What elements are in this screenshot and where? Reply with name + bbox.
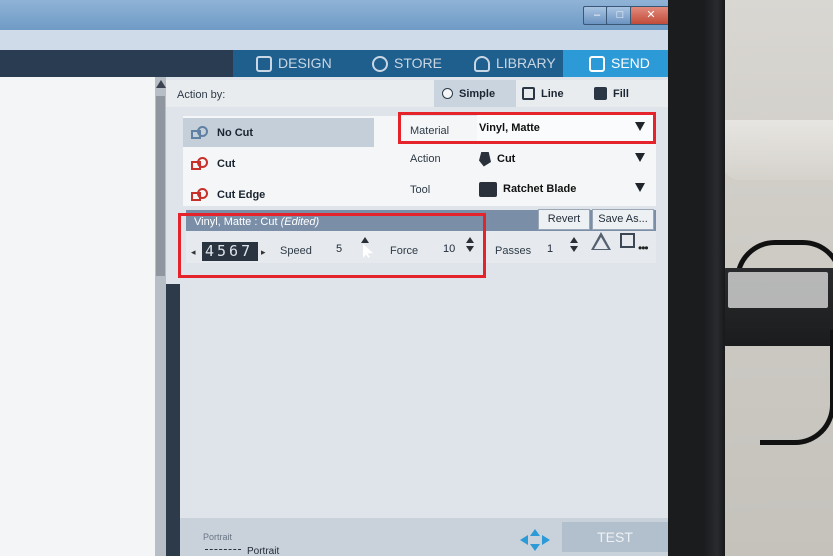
tool-label: Tool (410, 184, 431, 196)
close-button[interactable]: ✕ (630, 6, 668, 25)
scroll-up-icon[interactable] (156, 80, 166, 88)
line-icon (522, 87, 535, 100)
menu-bar (0, 30, 668, 50)
desk-object (722, 120, 833, 180)
more-icon[interactable]: ••• (638, 241, 649, 255)
orientation-icon (205, 549, 241, 551)
material-highlight-box (398, 112, 656, 144)
nav-left-area (0, 50, 233, 77)
save-as-button[interactable]: Save As... (592, 209, 654, 230)
cut-type-cut-edge[interactable]: Cut Edge (183, 180, 374, 209)
tab-store-label: STORE (394, 55, 442, 71)
blade-icon (479, 151, 491, 167)
tab-design-label: DESIGN (278, 55, 332, 71)
tool-value: Ratchet Blade (503, 183, 577, 195)
fill-icon (594, 87, 607, 100)
orientation-label: Portrait (203, 532, 233, 542)
action-value: Cut (497, 153, 516, 165)
ratchet-blade-icon (479, 181, 497, 197)
chevron-down-icon (635, 153, 645, 162)
action-by-label: Action by: (177, 89, 226, 101)
cutter-icon (589, 55, 605, 72)
tab-send-label: SEND (611, 55, 650, 71)
cut-type-no-cut[interactable]: No Cut (183, 118, 374, 147)
tab-send[interactable]: SEND (563, 50, 668, 77)
panel-divider (166, 284, 180, 556)
move-arrows-icon[interactable] (520, 529, 550, 551)
shapes-icon (191, 156, 209, 171)
shape-icon[interactable] (620, 233, 635, 248)
test-button[interactable]: TEST (562, 522, 668, 552)
design-grid-icon (256, 55, 272, 72)
action-line-option[interactable]: Line (516, 80, 588, 107)
cut-type-label: Cut (217, 157, 236, 170)
line-label: Line (541, 87, 564, 100)
monitor-bezel (705, 0, 725, 556)
screen: – □ ✕ DESIGN STORE LIBRARY SEND Action b… (0, 0, 668, 556)
charger-label (728, 272, 828, 308)
passes-up-icon[interactable] (570, 237, 578, 243)
design-canvas[interactable] (0, 77, 155, 556)
action-fill-option[interactable]: Fill (588, 80, 668, 107)
cut-type-label: No Cut (217, 126, 254, 139)
cut-type-cut[interactable]: Cut (183, 149, 374, 178)
chevron-down-icon (635, 183, 645, 192)
shapes-icon (191, 187, 209, 202)
action-label: Action (410, 153, 441, 165)
orientation-value[interactable]: Portrait (247, 546, 279, 556)
shapes-icon (191, 125, 209, 140)
scrollbar-thumb[interactable] (156, 96, 165, 276)
window-titlebar (0, 0, 668, 30)
action-select[interactable]: Cut (477, 146, 655, 172)
parameters-highlight-box (178, 213, 486, 278)
tab-library-label: LIBRARY (496, 55, 556, 71)
cloud-icon (474, 55, 490, 72)
passes-label: Passes (495, 245, 532, 257)
revert-button[interactable]: Revert (538, 209, 590, 230)
passes-down-icon[interactable] (570, 246, 578, 252)
fill-label: Fill (613, 87, 629, 100)
charger-cable (760, 330, 833, 445)
cut-type-label: Cut Edge (217, 188, 266, 201)
tool-select[interactable]: Ratchet Blade (477, 176, 655, 202)
store-icon (372, 55, 388, 72)
passes-input[interactable]: 1 (547, 243, 553, 255)
tab-design[interactable]: DESIGN (256, 50, 332, 77)
simple-label: Simple (459, 87, 496, 100)
radio-icon (442, 88, 453, 99)
line-style-icon[interactable] (591, 232, 611, 250)
tab-library[interactable]: LIBRARY (474, 50, 556, 77)
action-simple-option[interactable]: Simple (434, 80, 516, 107)
tab-store[interactable]: STORE (372, 50, 442, 77)
